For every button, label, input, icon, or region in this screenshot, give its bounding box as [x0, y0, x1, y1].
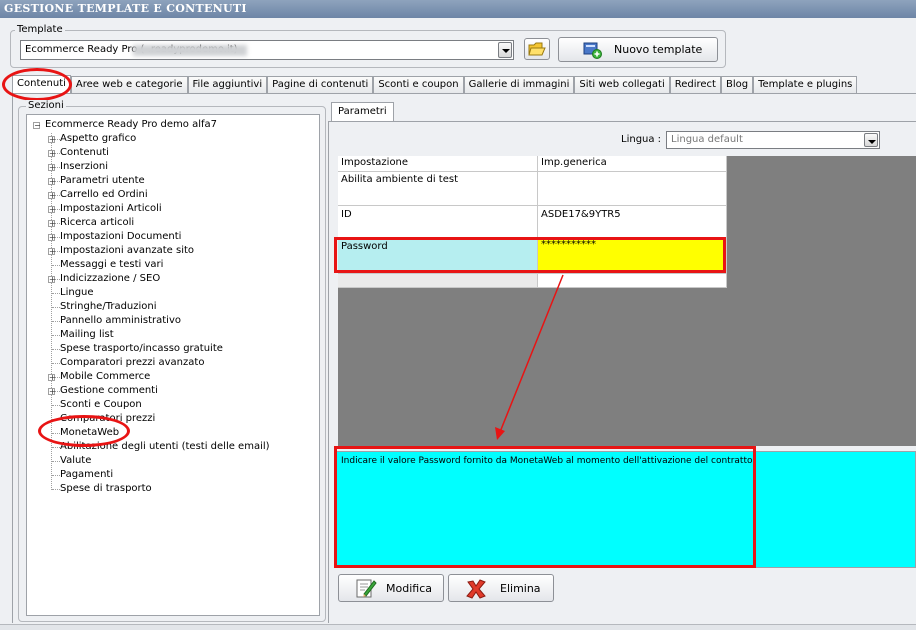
description-highlight	[334, 446, 756, 568]
tab-blog[interactable]: Blog	[720, 76, 754, 93]
modifica-button[interactable]: Modifica	[338, 574, 444, 602]
tree-item[interactable]: Parametri utente	[60, 174, 145, 188]
expand-icon[interactable]: +	[48, 220, 56, 228]
tree-item[interactable]: Valute	[60, 454, 91, 468]
tree-item[interactable]: Gestione commenti	[60, 384, 158, 398]
add-template-icon	[583, 42, 602, 59]
tree-item[interactable]: Impostazioni avanzate sito	[60, 244, 194, 258]
expand-icon[interactable]: +	[48, 248, 56, 256]
tree-connector	[52, 307, 60, 308]
tree-connector	[52, 349, 60, 350]
modifica-label: Modifica	[386, 582, 432, 595]
tree-connector	[52, 265, 60, 266]
tree-connector	[52, 489, 60, 490]
language-select[interactable]: Lingua default	[666, 131, 880, 149]
tab-siti-web-collegati[interactable]: Siti web collegati	[574, 76, 670, 93]
expand-icon[interactable]: +	[48, 178, 56, 186]
grid-header-value: Imp.generica	[538, 156, 727, 172]
tree-connector	[52, 293, 60, 294]
tree-connector	[52, 475, 60, 476]
expand-icon[interactable]: +	[48, 234, 56, 242]
sections-tree[interactable]: − Ecommerce Ready Pro demo alfa7 + Aspett…	[26, 114, 320, 616]
status-bar	[0, 624, 916, 630]
grid-row-empty-setting	[338, 274, 538, 288]
tab-file-aggiuntivi[interactable]: File aggiuntivi	[187, 76, 268, 93]
expand-icon[interactable]: +	[48, 276, 56, 284]
language-select-value: Lingua default	[671, 134, 743, 145]
template-group-label: Template	[15, 24, 65, 35]
tab-redirect[interactable]: Redirect	[669, 76, 721, 93]
tab-sconti-coupon[interactable]: Sconti e coupon	[373, 76, 464, 93]
expand-icon[interactable]: +	[48, 192, 56, 200]
grid-header-setting: Impostazione	[338, 156, 538, 172]
main-tabs: Contenuti Aree web e categorie File aggi…	[12, 75, 858, 93]
grid-row-value[interactable]: ASDE17&9YTR5	[538, 206, 727, 238]
grid-row-value[interactable]	[538, 172, 727, 206]
params-grid: Impostazione Imp.generica Abilita ambien…	[338, 156, 916, 446]
window-title: GESTIONE TEMPLATE E CONTENUTI	[0, 0, 916, 18]
tree-item[interactable]: Messaggi e testi vari	[60, 258, 163, 272]
monetaweb-highlight	[38, 415, 130, 447]
folder-icon	[528, 42, 546, 56]
tree-item[interactable]: Sconti e Coupon	[60, 398, 142, 412]
sections-group-label: Sezioni	[26, 100, 66, 111]
language-dropdown-icon[interactable]	[864, 133, 878, 147]
template-select[interactable]: Ecommerce Ready Pro ( .readyprodemo.it)	[20, 40, 514, 60]
tree-item[interactable]: Inserzioni	[60, 160, 108, 174]
tree-item[interactable]: Pannello amministrativo	[60, 314, 181, 328]
root-collapse-icon[interactable]: −	[33, 122, 41, 130]
grid-row-setting[interactable]: Abilita ambiente di test	[338, 172, 538, 206]
tree-item[interactable]: Mobile Commerce	[60, 370, 150, 384]
new-template-label: Nuovo template	[614, 43, 703, 56]
elimina-label: Elimina	[500, 582, 541, 595]
new-template-button[interactable]: Nuovo template	[558, 37, 718, 62]
elimina-button[interactable]: Elimina	[448, 574, 554, 602]
tree-item[interactable]: Spese di trasporto	[60, 482, 152, 496]
tab-parametri[interactable]: Parametri	[331, 102, 394, 121]
language-label: Lingua :	[621, 134, 662, 145]
tree-item[interactable]: Carrello ed Ordini	[60, 188, 148, 202]
tree-item[interactable]: Stringhe/Traduzioni	[60, 300, 157, 314]
tree-item[interactable]: Mailing list	[60, 328, 114, 342]
expand-icon[interactable]: +	[48, 150, 56, 158]
grid-row-empty-value	[538, 274, 727, 288]
tree-connector	[52, 447, 60, 448]
tree-root[interactable]: Ecommerce Ready Pro demo alfa7	[45, 118, 217, 132]
tree-connector	[52, 363, 60, 364]
delete-icon	[466, 579, 486, 599]
tree-connector	[52, 335, 60, 336]
open-folder-button[interactable]	[524, 38, 550, 60]
tree-item[interactable]: Ricerca articoli	[60, 216, 134, 230]
tree-item[interactable]: Pagamenti	[60, 468, 113, 482]
tab-gallerie-immagini[interactable]: Gallerie di immagini	[463, 76, 575, 93]
expand-icon[interactable]: +	[48, 206, 56, 214]
tab-aree-web[interactable]: Aree web e categorie	[70, 76, 188, 93]
tab-template-plugins[interactable]: Template e plugins	[753, 76, 858, 93]
tree-item[interactable]: Aspetto grafico	[60, 132, 136, 146]
tab-pagine-contenuti[interactable]: Pagine di contenuti	[267, 76, 374, 93]
expand-icon[interactable]: +	[48, 374, 56, 382]
edit-icon	[356, 579, 377, 598]
expand-icon[interactable]: +	[48, 164, 56, 172]
tree-item[interactable]: Comparatori prezzi avanzato	[60, 356, 204, 370]
tree-connector	[52, 321, 60, 322]
password-row-highlight	[334, 237, 726, 273]
tree-item[interactable]: Impostazioni Articoli	[60, 202, 162, 216]
tree-item[interactable]: Impostazioni Documenti	[60, 230, 181, 244]
grid-row-setting[interactable]: ID	[338, 206, 538, 238]
expand-icon[interactable]: +	[48, 136, 56, 144]
tree-item[interactable]: Contenuti	[60, 146, 109, 160]
tree-connector	[52, 405, 60, 406]
tree-item[interactable]: Indicizzazione / SEO	[60, 272, 160, 286]
tree-connector	[52, 461, 60, 462]
expand-icon[interactable]: +	[48, 388, 56, 396]
tree-item[interactable]: Lingue	[60, 286, 94, 300]
blurred-domain	[133, 45, 247, 56]
tree-item[interactable]: Spese trasporto/incasso gratuite	[60, 342, 223, 356]
contenuti-tab-highlight	[2, 68, 72, 101]
template-select-dropdown-icon[interactable]	[498, 42, 512, 58]
